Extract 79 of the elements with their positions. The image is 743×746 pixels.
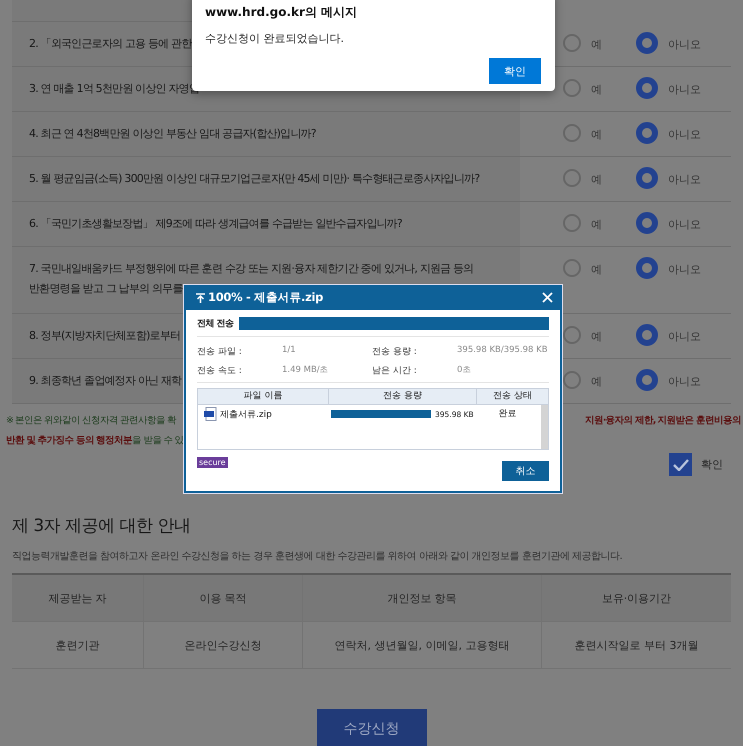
ok-button[interactable]: 확인 [489, 58, 541, 84]
radio-button[interactable] [563, 124, 581, 142]
stat-label: 전송 속도 : [197, 365, 243, 377]
question-text: 5. 월 평균임금(소득) 300만원 이상인 대규모기업근로자(만 45세 미만)· 특수형태근로종사자입니까? [29, 171, 480, 187]
radio-button[interactable] [636, 167, 658, 189]
question-text: 반환명령을 받고 그 납부의 의무를 [29, 281, 183, 297]
table-cell: 연락처, 생년월일, 이메일, 고용형태 [302, 622, 541, 669]
radio-button[interactable] [636, 257, 658, 279]
question-text: 6. 「국민기초생활보장법」 제9조에 따라 생계급여를 수급받는 일반수급자입니까? [29, 216, 402, 232]
question-text: 2. 「외국인근로자의 고용 등에 관한 [29, 36, 192, 52]
stat-label: 남은 시간 : [372, 365, 418, 377]
secure-badge: secure [197, 457, 228, 468]
table-cell: 훈련시작일로 부터 3개월 [541, 622, 731, 669]
notice-text: 지원·융자의 제한, 지원받은 훈련비용의 [584, 414, 741, 428]
stat-value: 395.98 KB/395.98 KB [457, 345, 549, 357]
zip-file-icon [204, 407, 217, 421]
column-header: 전송 용량 [328, 389, 476, 404]
radio-label: 예 [591, 82, 602, 97]
column-header: 전송 상태 [476, 389, 548, 404]
radio-label: 아니오 [668, 37, 701, 52]
section-description: 직업능력개발훈련을 참여하고자 온라인 수강신청을 하는 경우 훈련생에 대한 수강관리를 위하여 아래와 같이 개인정보를 훈련기관에 제공합니다. [12, 550, 624, 563]
progress-label: 전체 전송 [197, 318, 235, 330]
radio-button[interactable] [636, 32, 658, 54]
dialog-title: 100% - 제출서류.zip [208, 290, 324, 305]
radio-label: 예 [591, 374, 602, 389]
radio-label: 아니오 [668, 262, 701, 277]
dialog-title: www.hrd.go.kr의 메시지 [205, 4, 358, 21]
radio-button[interactable] [563, 79, 581, 97]
radio-button[interactable] [563, 214, 581, 232]
cancel-button[interactable]: 취소 [502, 461, 549, 481]
radio-label: 예 [591, 329, 602, 344]
radio-button[interactable] [636, 122, 658, 144]
stat-label: 전송 용량 : [372, 346, 418, 358]
file-name: 제출서류.zip [220, 408, 272, 420]
radio-label: 예 [591, 172, 602, 187]
question-text: 8. 정부(지방자치단체포함)로부터 [29, 328, 180, 344]
dialog-message: 수강신청이 완료되었습니다. [205, 31, 345, 46]
radio-button[interactable] [636, 77, 658, 99]
upload-icon [196, 292, 205, 302]
radio-button[interactable] [563, 259, 581, 277]
radio-label: 아니오 [668, 82, 701, 97]
radio-label: 예 [591, 262, 602, 277]
radio-label: 아니오 [668, 127, 701, 142]
section-title: 제 3자 제공에 대한 안내 [12, 515, 192, 537]
table-cell: 온라인수강신청 [143, 622, 302, 669]
radio-label: 예 [591, 127, 602, 142]
radio-button[interactable] [636, 324, 658, 346]
notice-text: 반환 및 추가징수 등의 행정처분을 받을 수 있 [6, 434, 184, 448]
question-text: 7. 국민내일배움카드 부정행위에 따른 훈련 수강 또는 지원·융자 제한기간 중에 있거나, 지원금 등의 [29, 261, 474, 277]
question-text: 4. 최근 연 4천8백만원 이상인 부동산 임대 공급자(합산)입니까? [29, 126, 316, 142]
table-header: 개인정보 항목 [302, 575, 541, 622]
stat-value: 0초 [457, 364, 472, 377]
radio-label: 아니오 [668, 329, 701, 344]
stat-value: 1.49 MB/초 [282, 364, 330, 377]
table-header: 이용 목적 [143, 575, 302, 622]
table-header: 제공받는 자 [12, 575, 143, 622]
radio-label: 아니오 [668, 172, 701, 187]
radio-label: 아니오 [668, 217, 701, 232]
table-cell: 훈련기관 [12, 622, 143, 669]
checkbox[interactable] [669, 453, 692, 476]
file-status: 완료 [498, 408, 518, 421]
submit-button[interactable]: 수강신청 [316, 709, 426, 746]
table-header: 보유·이용기간 [541, 575, 731, 622]
radio-button[interactable] [636, 212, 658, 234]
checkbox-label: 확인 [701, 457, 723, 472]
column-header: 파일 이름 [242, 390, 284, 403]
notice-text: ※ 본인은 위와같이 신청자격 관련사항을 확 [6, 414, 176, 428]
radio-label: 예 [591, 217, 602, 232]
radio-button[interactable] [563, 34, 581, 52]
radio-label: 아니오 [668, 374, 701, 389]
radio-button[interactable] [636, 369, 658, 391]
radio-label: 예 [591, 37, 602, 52]
stat-label: 전송 파일 : [197, 346, 243, 358]
check-icon [672, 458, 688, 470]
stat-value: 1/1 [282, 345, 297, 357]
question-text: 9. 최종학년 졸업예정자 아닌 재학 [29, 373, 182, 389]
radio-button[interactable] [563, 169, 581, 187]
close-icon[interactable] [542, 292, 553, 303]
scrollbar[interactable] [541, 405, 548, 449]
